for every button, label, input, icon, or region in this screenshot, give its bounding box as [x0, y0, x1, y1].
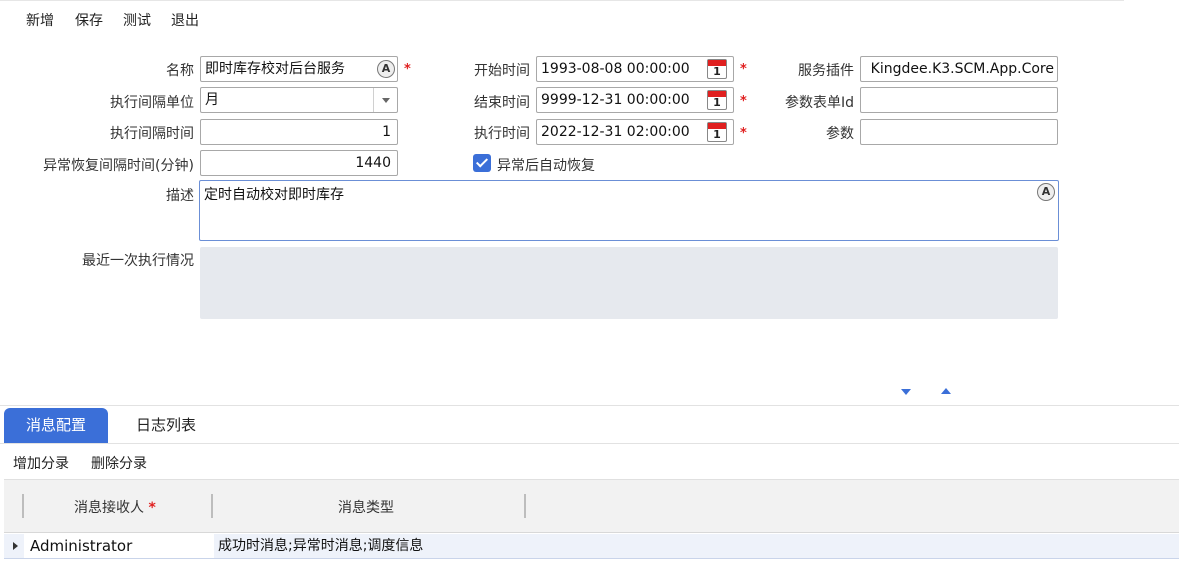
- interval-time-field[interactable]: 1: [200, 119, 398, 145]
- required-marker: *: [740, 94, 747, 109]
- calendar-icon[interactable]: 1: [707, 122, 727, 142]
- chevron-down-icon[interactable]: [373, 88, 397, 112]
- interval-time-value: 1: [382, 124, 391, 140]
- last-run-label: 最近一次执行情况: [82, 253, 194, 269]
- new-button[interactable]: 新增: [26, 10, 54, 30]
- tab-label: 日志列表: [135, 416, 196, 434]
- name-field[interactable]: 即时库存校对后台服务: [200, 56, 398, 82]
- name-label: 名称: [166, 63, 194, 79]
- params-label: 参数: [826, 126, 854, 142]
- message-type-cell[interactable]: 成功时消息;异常时消息;调度信息: [216, 534, 423, 558]
- auto-recover-label: 异常后自动恢复: [497, 158, 595, 174]
- end-time-field[interactable]: 9999-12-31 00:00:00: [536, 87, 734, 113]
- description-textarea[interactable]: 定时自动校对即时库存: [199, 180, 1059, 241]
- recovery-interval-field[interactable]: 1440: [200, 150, 398, 176]
- main-toolbar: 新增 保存 测试 退出: [0, 0, 1124, 36]
- description-value: 定时自动校对即时库存: [204, 187, 344, 203]
- interval-time-label: 执行间隔时间: [110, 126, 194, 142]
- service-plugin-field[interactable]: Kingdee.K3.SCM.App.Core: [860, 56, 1058, 82]
- collapse-down-icon[interactable]: [901, 389, 911, 395]
- start-time-value: 1993-08-08 00:00:00: [541, 61, 690, 77]
- exit-button[interactable]: 退出: [171, 10, 199, 30]
- column-separator: [211, 494, 213, 518]
- calendar-icon[interactable]: 1: [707, 90, 727, 110]
- multilang-icon[interactable]: A: [1037, 183, 1055, 201]
- column-header-receiver[interactable]: 消息接收人 *: [74, 497, 156, 517]
- start-time-label: 开始时间: [474, 63, 530, 79]
- exec-time-label: 执行时间: [474, 126, 530, 142]
- calendar-day: 1: [713, 65, 721, 78]
- delete-entry-button[interactable]: 删除分录: [91, 453, 147, 473]
- multilang-icon[interactable]: A: [377, 60, 395, 78]
- save-button[interactable]: 保存: [75, 10, 103, 30]
- calendar-day: 1: [713, 128, 721, 141]
- column-separator: [22, 494, 24, 518]
- section-divider: [0, 405, 1179, 406]
- calendar-day: 1: [713, 96, 721, 109]
- tab-message-config[interactable]: 消息配置: [4, 408, 108, 443]
- tab-divider: [0, 443, 1179, 444]
- service-plugin-value: Kingdee.K3.SCM.App.Core: [870, 61, 1054, 77]
- column-header-label: 消息接收人: [74, 500, 144, 516]
- receiver-cell[interactable]: Administrator: [24, 534, 214, 558]
- recovery-interval-label: 异常恢复间隔时间(分钟): [43, 158, 194, 174]
- name-value: 即时库存校对后台服务: [205, 61, 345, 77]
- add-entry-button[interactable]: 增加分录: [13, 453, 69, 473]
- test-button[interactable]: 测试: [123, 10, 151, 30]
- exec-time-value: 2022-12-31 02:00:00: [541, 124, 690, 140]
- required-marker: *: [740, 62, 747, 77]
- calendar-icon[interactable]: 1: [707, 59, 727, 79]
- exec-time-field[interactable]: 2022-12-31 02:00:00: [536, 119, 734, 145]
- description-label: 描述: [166, 188, 194, 204]
- param-form-id-field[interactable]: [860, 87, 1058, 113]
- last-run-box: [200, 247, 1058, 319]
- tab-label: 消息配置: [25, 416, 86, 434]
- required-marker: *: [404, 62, 411, 77]
- table-row[interactable]: Administrator 成功时消息;异常时消息;调度信息: [4, 534, 1179, 559]
- interval-unit-select[interactable]: 月: [200, 87, 398, 113]
- interval-unit-value: 月: [205, 92, 219, 108]
- start-time-field[interactable]: 1993-08-08 00:00:00: [536, 56, 734, 82]
- grid-header: 消息接收人 * 消息类型: [4, 479, 1179, 533]
- recovery-interval-value: 1440: [355, 155, 391, 171]
- required-marker: *: [740, 126, 747, 141]
- auto-recover-checkbox[interactable]: [473, 154, 491, 172]
- tab-log-list[interactable]: 日志列表: [116, 408, 216, 443]
- params-field[interactable]: [860, 119, 1058, 145]
- row-pointer-icon: [13, 542, 18, 550]
- column-header-type[interactable]: 消息类型: [338, 497, 394, 517]
- end-time-label: 结束时间: [474, 95, 530, 111]
- param-form-id-label: 参数表单Id: [784, 95, 854, 111]
- interval-unit-label: 执行间隔单位: [110, 95, 194, 111]
- service-plugin-label: 服务插件: [798, 63, 854, 79]
- end-time-value: 9999-12-31 00:00:00: [541, 92, 690, 108]
- expand-up-icon[interactable]: [941, 388, 951, 394]
- required-marker: *: [148, 500, 156, 516]
- column-separator: [524, 494, 526, 518]
